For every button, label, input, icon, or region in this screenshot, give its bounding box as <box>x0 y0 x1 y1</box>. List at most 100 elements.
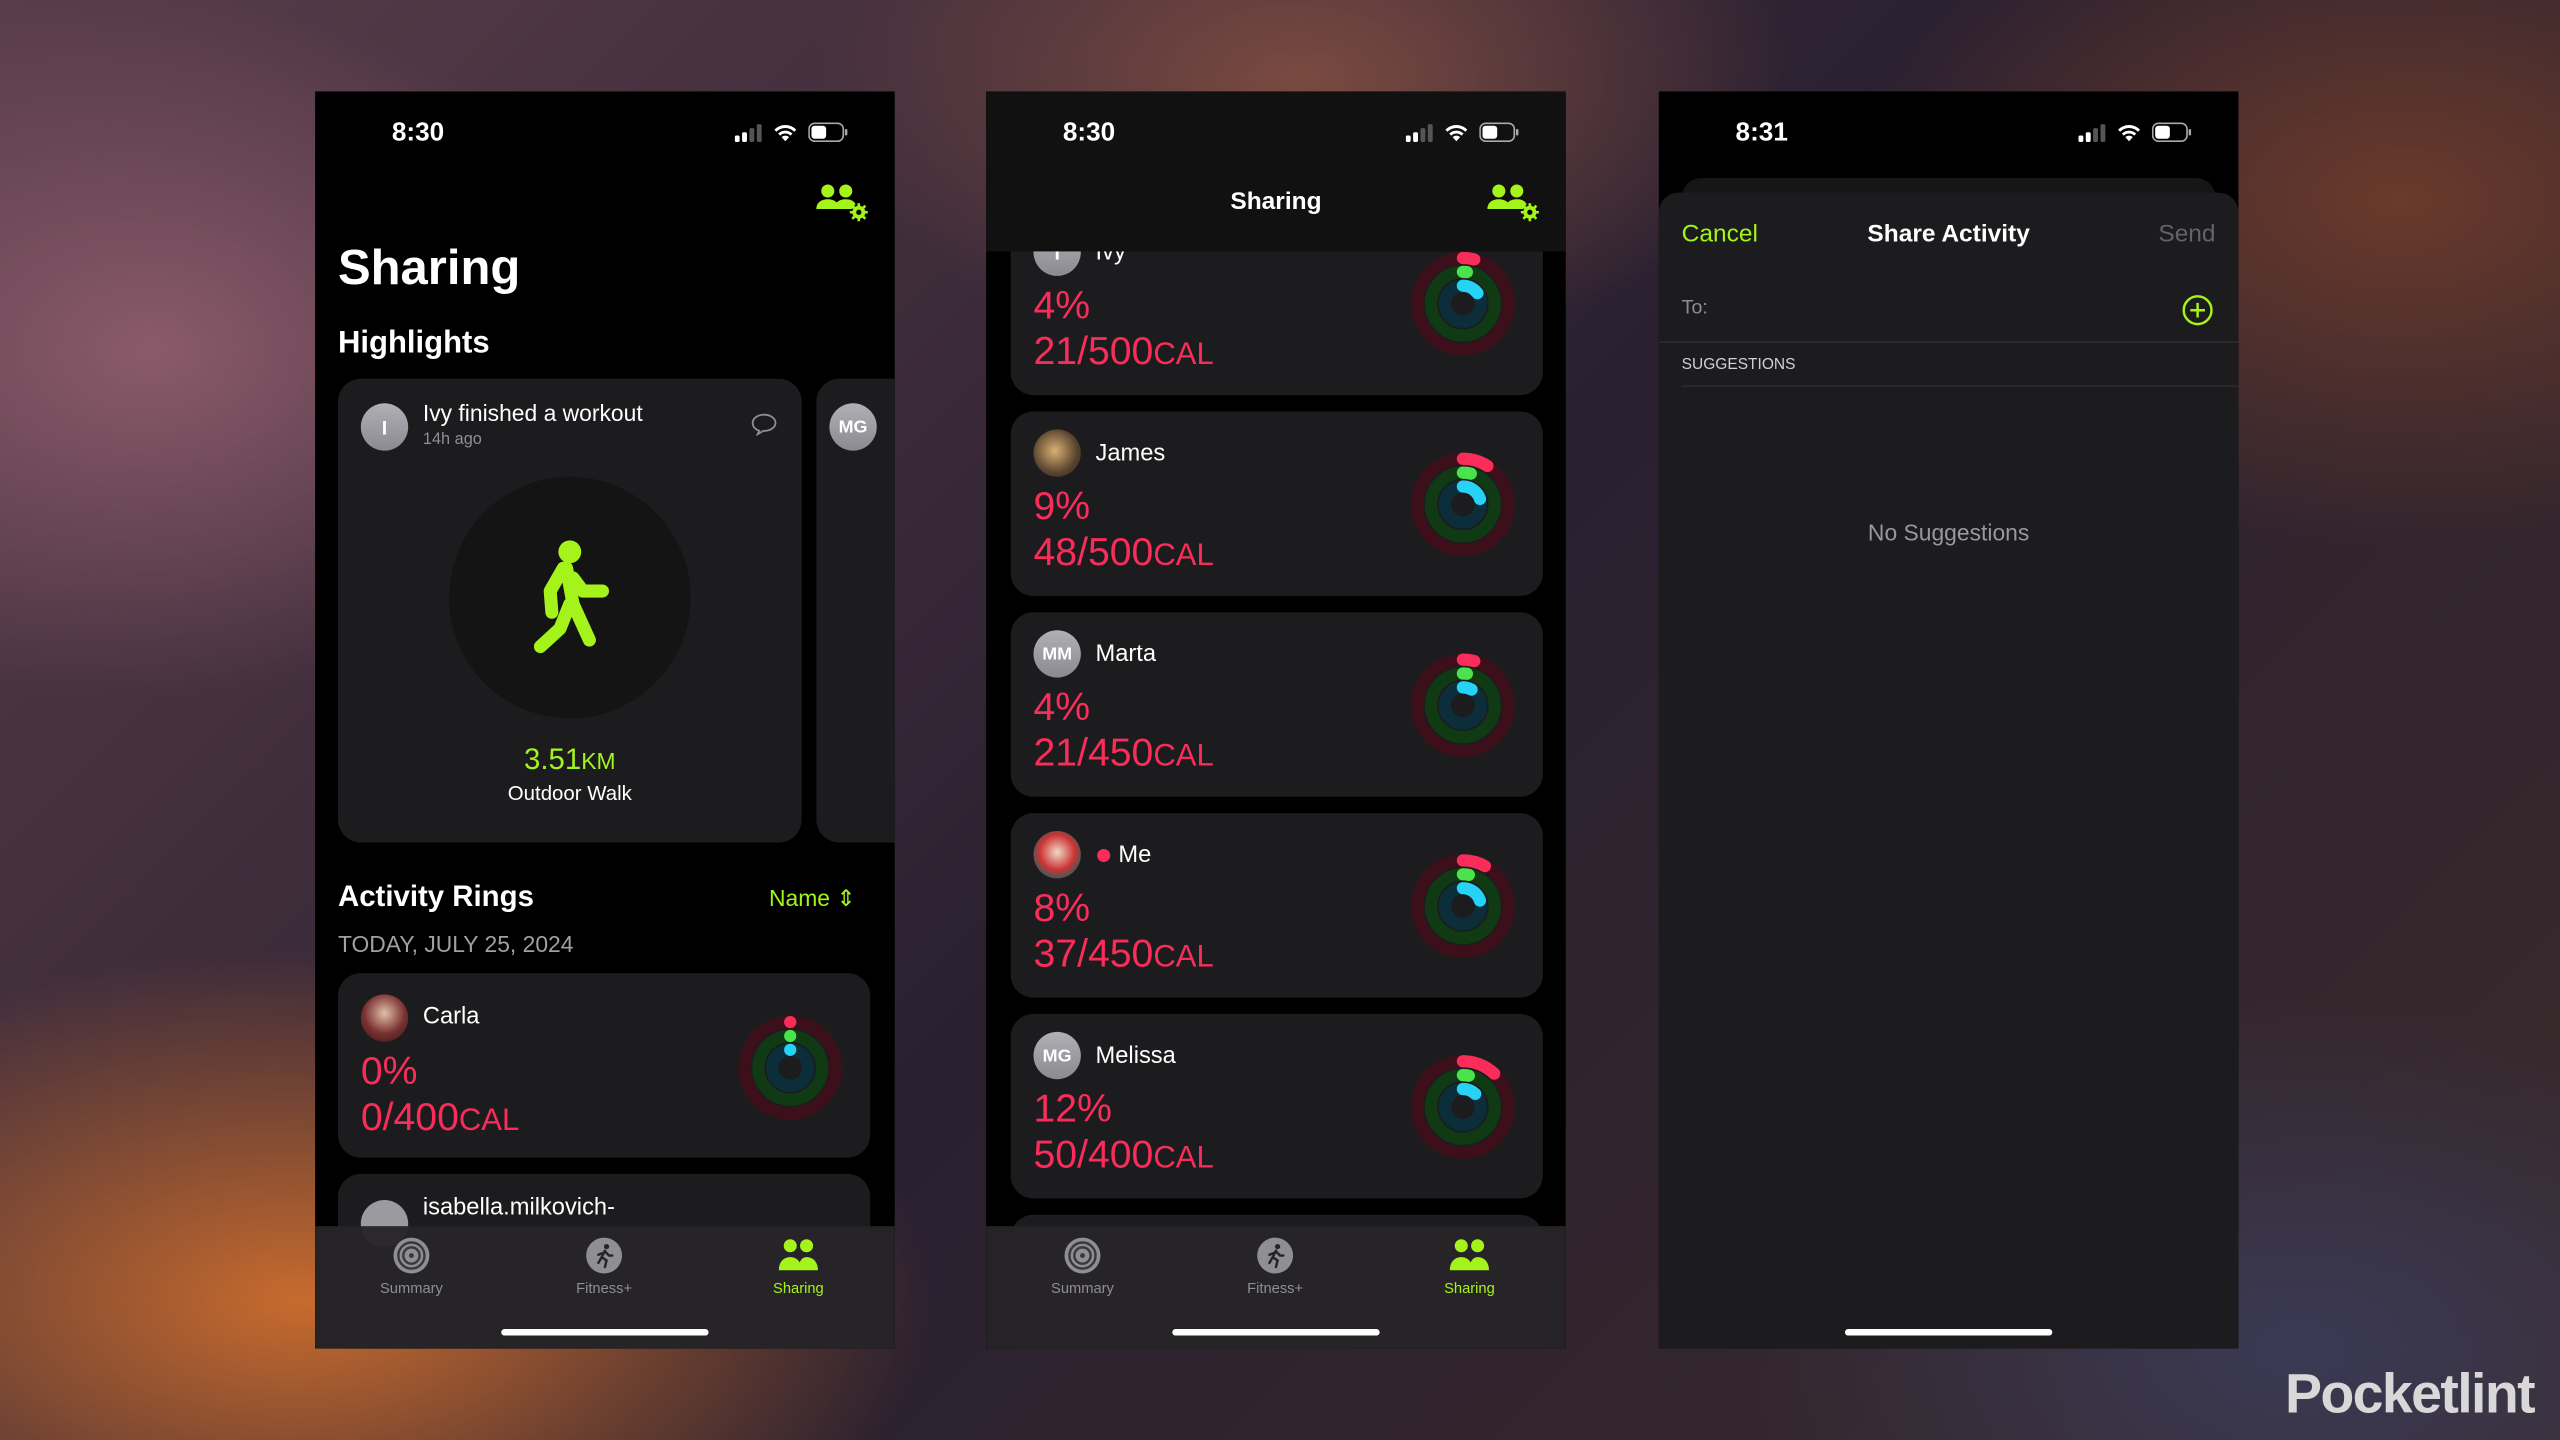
status-icons <box>1405 122 1520 143</box>
no-suggestions-text: No Suggestions <box>1867 519 2030 546</box>
move-ring-progress <box>784 1015 797 1029</box>
status-time: 8:30 <box>1062 119 1116 147</box>
calories-unit: CAL <box>1153 940 1214 975</box>
friend-name: Marta <box>1095 641 1157 668</box>
send-button[interactable]: Send <box>2158 220 2215 248</box>
move-ring-progress <box>1456 854 1492 873</box>
page-title: Sharing <box>337 241 521 296</box>
workout-type: Outdoor Walk <box>507 782 632 805</box>
highlight-card[interactable]: I Ivy finished a workout 14h ago 3.51KM … <box>337 378 802 843</box>
cellular-signal-icon <box>734 123 762 142</box>
exercise-ring-progress <box>1456 868 1475 882</box>
sharing-settings-button[interactable] <box>1486 183 1542 222</box>
cellular-signal-icon <box>2078 123 2106 142</box>
status-time: 8:30 <box>391 119 445 147</box>
tab-summary[interactable]: Summary <box>338 1236 485 1296</box>
tab-label: Fitness+ <box>1247 1280 1304 1297</box>
battery-icon <box>808 122 848 143</box>
to-label: To: <box>1681 295 1708 319</box>
tab-label: Summary <box>1051 1280 1114 1297</box>
add-contact-plus-icon[interactable] <box>2181 294 2214 327</box>
calories-value: 37/450 <box>1033 932 1154 977</box>
comment-bubble-icon[interactable] <box>751 413 777 436</box>
sharing-settings-button[interactable] <box>815 183 871 222</box>
sheet-title: Share Activity <box>1867 220 2030 249</box>
friend-card[interactable]: MG Melissa 12% 50/400CAL <box>1010 1013 1543 1199</box>
tab-label: Summary <box>379 1280 443 1297</box>
stand-ring-progress <box>1456 279 1484 300</box>
move-calories: 0/400CAL <box>361 1098 520 1138</box>
status-time: 8:31 <box>1735 119 1788 147</box>
activity-ring <box>1409 852 1517 960</box>
highlights-heading: Highlights <box>337 326 490 361</box>
status-icons <box>734 122 849 143</box>
to-input[interactable] <box>1724 284 2173 330</box>
tab-sharing[interactable]: Sharing <box>1396 1236 1543 1296</box>
calories-value: 48/500 <box>1033 530 1154 575</box>
home-indicator[interactable] <box>1844 1329 2053 1336</box>
move-percent: 9% <box>1033 484 1091 529</box>
nav-header: 8:30 Sharing <box>986 91 1566 252</box>
cellular-signal-icon <box>1405 123 1433 142</box>
avatar: MG <box>1033 1031 1081 1080</box>
fitness-runner-icon <box>1257 1237 1294 1274</box>
stand-ring-progress <box>1456 681 1478 696</box>
sort-label: Name <box>769 884 831 912</box>
tab-fitness[interactable]: Fitness+ <box>531 1236 678 1296</box>
status-icons <box>2078 122 2192 143</box>
distance-value: 3.51 <box>524 742 582 776</box>
calories-unit: CAL <box>1153 538 1214 574</box>
tab-label: Fitness+ <box>576 1280 633 1297</box>
workout-distance: 3.51KM <box>338 743 802 777</box>
chevron-up-down-icon: ⇕ <box>836 884 856 912</box>
move-percent: 0% <box>360 1049 418 1094</box>
friend-card[interactable]: James 9% 48/500CAL <box>1010 411 1543 596</box>
tab-label: Sharing <box>1444 1280 1495 1297</box>
activity-ring <box>1409 1053 1517 1161</box>
friends-list[interactable]: I Ivy 4% 21/500CAL James 9% 48/500CAL MM M… <box>986 91 1566 1349</box>
wifi-icon <box>1445 125 1468 142</box>
tab-sharing[interactable]: Sharing <box>725 1236 872 1296</box>
highlight-card-next[interactable]: MG <box>816 378 895 843</box>
home-indicator[interactable] <box>501 1329 709 1336</box>
activity-rings-icon <box>393 1237 430 1274</box>
avatar <box>1033 831 1081 879</box>
avatar: MM <box>1033 630 1081 678</box>
friend-card[interactable]: Me 8% 37/450CAL <box>1010 813 1543 998</box>
calories-value: 50/400 <box>1033 1133 1154 1178</box>
friend-card[interactable]: Carla 0% 0/400CAL <box>337 973 871 1158</box>
activity-rings-icon <box>1064 1237 1101 1274</box>
people-icon <box>778 1239 818 1271</box>
home-indicator[interactable] <box>1172 1329 1380 1336</box>
calories-unit: CAL <box>1153 337 1214 373</box>
tab-fitness[interactable]: Fitness+ <box>1202 1236 1349 1296</box>
avatar: MG <box>829 403 877 451</box>
tab-summary[interactable]: Summary <box>1009 1236 1156 1296</box>
avatar <box>1033 429 1081 477</box>
move-calories: 48/500CAL <box>1033 530 1214 575</box>
phone-share-activity: 8:31 Cancel Share Activity Send To: SUGG… <box>1658 91 2239 1349</box>
activity-rings-heading: Activity Rings <box>337 880 534 913</box>
friend-name: Carla <box>422 1004 480 1031</box>
nav-title: Sharing <box>1230 187 1322 216</box>
calories-unit: CAL <box>458 1103 520 1138</box>
battery-icon <box>2151 122 2192 143</box>
move-percent: 12% <box>1033 1087 1112 1132</box>
friend-name: isabella.milkovich- <box>422 1195 615 1222</box>
move-calories: 37/450CAL <box>1033 935 1214 975</box>
status-bar: 8:30 <box>315 91 895 173</box>
highlight-time: 14h ago <box>422 431 482 449</box>
friend-name: James <box>1095 440 1166 467</box>
activity-ring <box>1409 250 1517 358</box>
exercise-ring-progress <box>1456 1069 1475 1082</box>
activity-ring <box>1409 651 1517 759</box>
fitness-runner-icon <box>586 1237 623 1274</box>
sort-button[interactable]: Name ⇕ <box>769 885 856 913</box>
tab-label: Sharing <box>773 1280 824 1297</box>
move-calories: 21/450CAL <box>1033 734 1214 774</box>
friend-card[interactable]: MM Marta 4% 21/450CAL <box>1010 612 1543 797</box>
people-gear-icon <box>816 184 868 222</box>
move-calories: 50/400CAL <box>1033 1136 1213 1175</box>
walking-figure-icon <box>533 540 609 654</box>
calories-unit: CAL <box>1153 739 1214 774</box>
